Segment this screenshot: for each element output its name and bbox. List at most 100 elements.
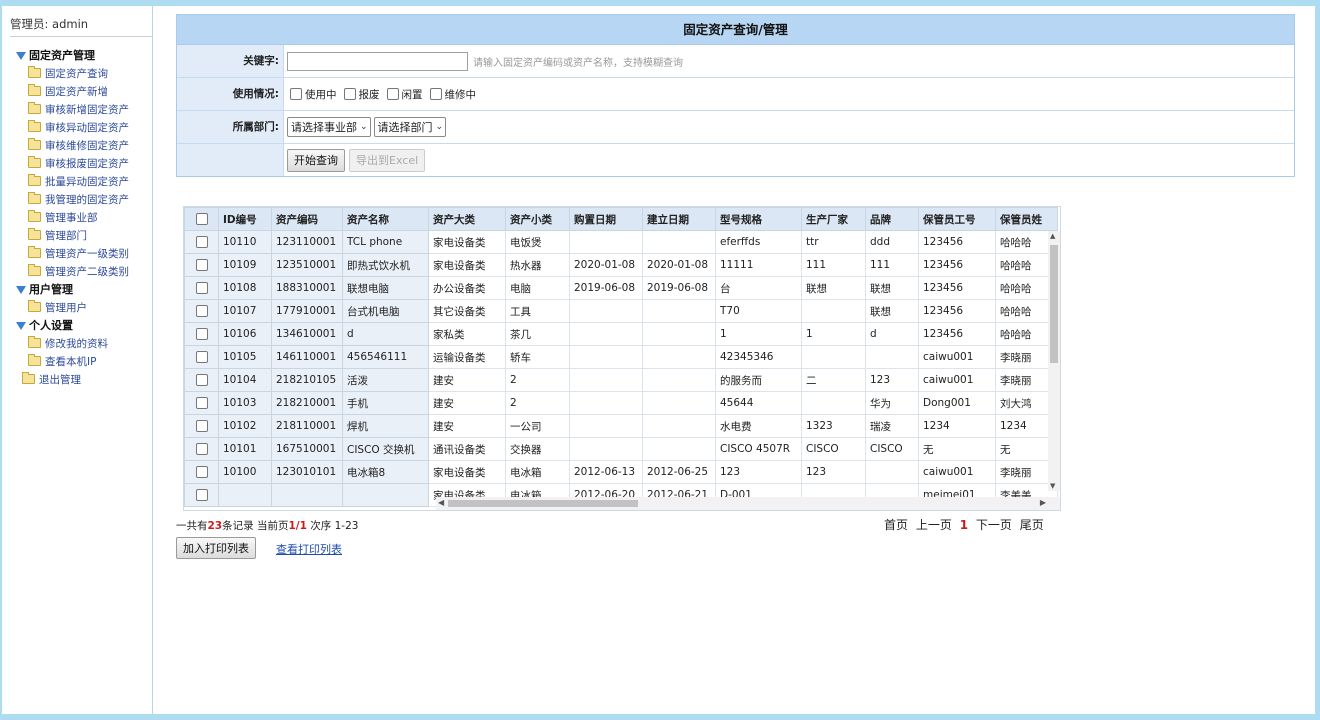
column-header[interactable]: 资产名称 xyxy=(342,207,429,231)
first-page-link[interactable]: 首页 xyxy=(884,518,908,532)
checkbox[interactable] xyxy=(429,88,442,100)
table-row[interactable]: 10100 123010101 电冰箱8 家电设备类 电冰箱 2012-06-13 2012… xyxy=(184,460,1058,484)
column-header[interactable]: 型号规格 xyxy=(715,207,802,231)
nav-item-asset-add[interactable]: 固定资产新增 xyxy=(2,82,152,100)
keyword-label: 关键字: xyxy=(177,45,284,77)
search-button[interactable]: 开始查询 xyxy=(287,148,345,172)
nav-item-manage-dept[interactable]: 管理部门 xyxy=(2,226,152,244)
nav-item-review-change[interactable]: 审核异动固定资产 xyxy=(2,118,152,136)
table-row[interactable]: 10107 177910001 台式机电脑 其它设备类 工具 T70 联想 123456 哈哈哈 xyxy=(184,299,1058,323)
nav-item-manage-users[interactable]: 管理用户 xyxy=(2,298,152,316)
nav-item-review-scrap[interactable]: 审核报废固定资产 xyxy=(2,154,152,172)
table-cell xyxy=(642,345,716,369)
nav-item-logout[interactable]: 退出管理 xyxy=(2,370,152,388)
column-header[interactable]: 购置日期 xyxy=(569,207,643,231)
nav-item-manage-division[interactable]: 管理事业部 xyxy=(2,208,152,226)
horizontal-scrollbar[interactable]: ◀ ▶ xyxy=(436,497,1060,510)
nav-item-my-assets[interactable]: 我管理的固定资产 xyxy=(2,190,152,208)
table-cell: 建安 xyxy=(428,391,506,415)
last-page-link[interactable]: 尾页 xyxy=(1020,518,1044,532)
chevron-down-icon: ⌄ xyxy=(360,122,368,132)
vertical-scrollbar[interactable]: ▲ ▼ xyxy=(1048,231,1060,491)
nav-item-label: 固定资产查询 xyxy=(45,67,108,80)
column-header[interactable]: 保管员姓 xyxy=(995,207,1058,231)
nav-item-review-repair[interactable]: 审核维修固定资产 xyxy=(2,136,152,154)
nav-item-asset-query[interactable]: 固定资产查询 xyxy=(2,64,152,82)
table-cell: 电饭煲 xyxy=(505,230,570,254)
column-header[interactable]: 资产小类 xyxy=(505,207,570,231)
row-checkbox[interactable] xyxy=(195,351,208,363)
row-checkbox[interactable] xyxy=(195,236,208,248)
scroll-up-icon[interactable]: ▲ xyxy=(1050,232,1055,240)
column-header[interactable]: 资产大类 xyxy=(428,207,506,231)
table-cell: 运输设备类 xyxy=(428,345,506,369)
table-cell xyxy=(865,345,919,369)
column-header[interactable]: 保管员工号 xyxy=(918,207,996,231)
status-repair[interactable]: 维修中 xyxy=(427,87,476,102)
column-header[interactable]: 建立日期 xyxy=(642,207,716,231)
table-row[interactable]: 10101 167510001 CISCO 交换机 通讯设备类 交换器 CISCO 450… xyxy=(184,437,1058,461)
checkbox[interactable] xyxy=(290,88,302,100)
checkbox[interactable] xyxy=(386,88,399,100)
table-row[interactable]: 10103 218210001 手机 建安 2 45644 华为 Dong001 刘大鸿 xyxy=(184,391,1058,415)
scroll-left-icon[interactable]: ◀ xyxy=(438,498,444,507)
column-header[interactable]: 生产厂家 xyxy=(801,207,866,231)
row-checkbox[interactable] xyxy=(195,374,208,386)
column-header[interactable]: 资产编码 xyxy=(271,207,343,231)
status-idle[interactable]: 闲置 xyxy=(384,87,423,102)
table-row[interactable]: 10110 123110001 TCL phone 家电设备类 电饭煲 eferffds t… xyxy=(184,230,1058,254)
nav-group-users[interactable]: 用户管理 xyxy=(2,280,152,298)
panel-title: 固定资产查询/管理 xyxy=(177,15,1294,45)
keyword-input[interactable] xyxy=(287,51,468,71)
row-checkbox[interactable] xyxy=(195,489,208,501)
division-select[interactable]: 请选择事业部 ⌄ xyxy=(287,117,371,137)
nav-item-label: 管理资产一级类别 xyxy=(45,247,129,260)
nav-item-edit-profile[interactable]: 修改我的资料 xyxy=(2,334,152,352)
nav-item-batch-change[interactable]: 批量异动固定资产 xyxy=(2,172,152,190)
row-checkbox[interactable] xyxy=(195,443,208,455)
view-print-list-link[interactable]: 查看打印列表 xyxy=(276,541,342,557)
row-checkbox[interactable] xyxy=(195,259,208,271)
status-in-use[interactable]: 使用中 xyxy=(287,87,337,102)
table-row[interactable]: 10106 134610001 d 家私类 茶几 1 1 d 123456 哈哈哈 xyxy=(184,322,1058,346)
row-checkbox[interactable] xyxy=(195,328,208,340)
row-checkbox[interactable] xyxy=(195,420,208,432)
table-row[interactable]: 10105 146110001 456546111 运输设备类 轿车 42345346 ca… xyxy=(184,345,1058,369)
status-scrapped[interactable]: 报废 xyxy=(341,87,380,102)
next-page-link[interactable]: 下一页 xyxy=(976,518,1012,532)
scroll-right-icon[interactable]: ▶ xyxy=(1040,498,1046,507)
nav-item-review-new[interactable]: 审核新增固定资产 xyxy=(2,100,152,118)
export-excel-button[interactable]: 导出到Excel xyxy=(349,148,426,172)
prev-page-link[interactable]: 上一页 xyxy=(916,518,952,532)
nav-group-asset[interactable]: 固定资产管理 xyxy=(2,46,152,64)
table-cell: 工具 xyxy=(505,299,570,323)
scroll-down-icon[interactable]: ▼ xyxy=(1050,482,1055,490)
table-cell: 热水器 xyxy=(505,253,570,277)
row-checkbox[interactable] xyxy=(195,466,208,478)
checkbox[interactable] xyxy=(343,88,356,100)
department-select[interactable]: 请选择部门 ⌄ xyxy=(373,117,447,137)
table-row[interactable]: 10109 123510001 即热式饮水机 家电设备类 热水器 2020-01-08 20… xyxy=(184,253,1058,277)
folder-icon xyxy=(28,264,41,276)
vertical-scroll-thumb[interactable] xyxy=(1050,245,1058,363)
column-header[interactable]: ID编号 xyxy=(218,207,272,231)
column-header[interactable]: 品牌 xyxy=(865,207,919,231)
add-print-list-button[interactable]: 加入打印列表 xyxy=(176,537,256,559)
folder-icon xyxy=(28,120,41,132)
row-checkbox[interactable] xyxy=(195,282,208,294)
select-all-checkbox[interactable] xyxy=(195,213,208,225)
horizontal-scroll-thumb[interactable] xyxy=(448,500,638,507)
table-row[interactable]: 10108 188310001 联想电脑 办公设备类 电脑 2019-06-08 2019-… xyxy=(184,276,1058,300)
nav-item-manage-cat2[interactable]: 管理资产二级类别 xyxy=(2,262,152,280)
row-checkbox[interactable] xyxy=(195,397,208,409)
nav-group-personal[interactable]: 个人设置 xyxy=(2,316,152,334)
table-row[interactable]: 10102 218110001 焊机 建安 一公司 水电费 1323 瑞凌 1234 1234 xyxy=(184,414,1058,438)
row-select-cell xyxy=(184,322,219,346)
nav-item-view-ip[interactable]: 查看本机IP xyxy=(2,352,152,370)
table-row[interactable]: 10104 218210105 活泼 建安 2 的服务而二 123 caiwu001 李晓丽 xyxy=(184,368,1058,392)
nav-item-manage-cat1[interactable]: 管理资产一级类别 xyxy=(2,244,152,262)
page-of: 1/1 xyxy=(288,520,307,532)
folder-icon xyxy=(28,300,41,312)
row-checkbox[interactable] xyxy=(195,305,208,317)
table-cell: Dong001 xyxy=(918,391,996,415)
